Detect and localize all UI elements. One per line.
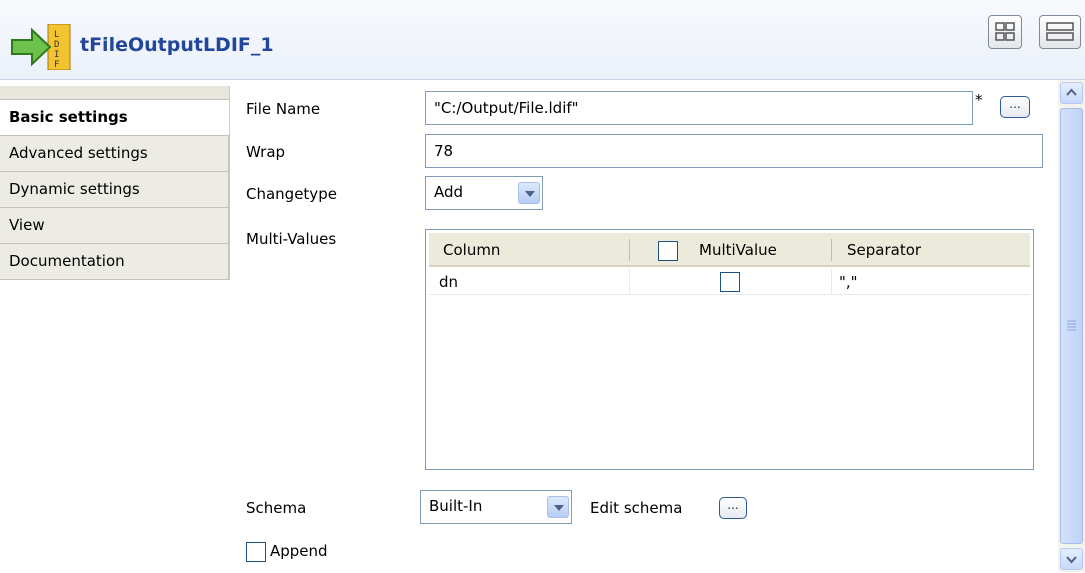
component-title: tFileOutputLDIF_1: [80, 34, 274, 56]
table-row[interactable]: dn ",": [429, 269, 1030, 295]
column-header-separator[interactable]: Separator: [847, 233, 921, 267]
tab-view[interactable]: View: [0, 208, 229, 244]
svg-text:I: I: [54, 50, 59, 60]
chevron-down-icon[interactable]: [518, 182, 540, 204]
table-header: Column MultiValue Separator: [429, 233, 1030, 267]
settings-tabs: Basic settings Advanced settings Dynamic…: [0, 86, 230, 572]
vertical-scrollbar[interactable]: [1058, 80, 1085, 572]
changetype-label: Changetype: [246, 185, 337, 203]
wrap-label: Wrap: [246, 143, 286, 161]
multivalue-select-all-checkbox[interactable]: [658, 241, 678, 261]
required-marker: *: [975, 91, 983, 109]
svg-text:D: D: [54, 40, 59, 50]
schema-select[interactable]: Built-In: [420, 490, 572, 524]
changetype-value: Add: [434, 183, 464, 201]
scroll-up-button[interactable]: [1060, 82, 1083, 104]
tab-documentation[interactable]: Documentation: [0, 244, 229, 280]
browse-file-button[interactable]: ...: [1000, 96, 1030, 118]
schema-label: Schema: [246, 499, 307, 517]
tab-dynamic-settings[interactable]: Dynamic settings: [0, 172, 229, 208]
append-checkbox[interactable]: [246, 542, 266, 562]
file-name-input[interactable]: "C:/Output/File.ldif": [425, 91, 973, 125]
file-name-label: File Name: [246, 100, 321, 118]
multivalue-checkbox[interactable]: [720, 272, 740, 292]
scroll-down-button[interactable]: [1060, 548, 1083, 570]
schema-value: Built-In: [429, 497, 483, 515]
column-header-multivalue[interactable]: MultiValue: [699, 233, 777, 267]
list-layout-icon: [1046, 22, 1074, 41]
column-header-column[interactable]: Column: [443, 233, 500, 267]
svg-text:F: F: [54, 60, 59, 70]
chevron-down-icon: [1066, 556, 1077, 564]
multi-values-table: Column MultiValue Separator dn ",": [425, 229, 1034, 470]
chevron-down-icon[interactable]: [547, 496, 569, 518]
cell-separator[interactable]: ",": [839, 269, 858, 295]
wrap-input[interactable]: 78: [425, 134, 1043, 168]
tab-advanced-settings[interactable]: Advanced settings: [0, 136, 229, 172]
multi-values-label: Multi-Values: [246, 230, 337, 248]
list-layout-button[interactable]: [1039, 15, 1081, 49]
svg-text:L: L: [54, 30, 59, 40]
edit-schema-label: Edit schema: [590, 499, 683, 517]
edit-schema-button[interactable]: ...: [719, 497, 747, 519]
append-label: Append: [270, 542, 328, 560]
changetype-select[interactable]: Add: [425, 176, 543, 210]
scroll-thumb[interactable]: [1060, 108, 1083, 544]
grid-layout-button[interactable]: [988, 15, 1022, 49]
tab-basic-settings[interactable]: Basic settings: [0, 100, 229, 136]
component-header: L D I F tFileOutputLDIF_1: [0, 0, 1085, 80]
grip-icon: [1067, 320, 1076, 331]
chevron-up-icon: [1066, 88, 1077, 96]
grid-layout-icon: [995, 22, 1015, 41]
ldif-output-icon: L D I F: [11, 24, 71, 70]
cell-column[interactable]: dn: [439, 269, 458, 295]
